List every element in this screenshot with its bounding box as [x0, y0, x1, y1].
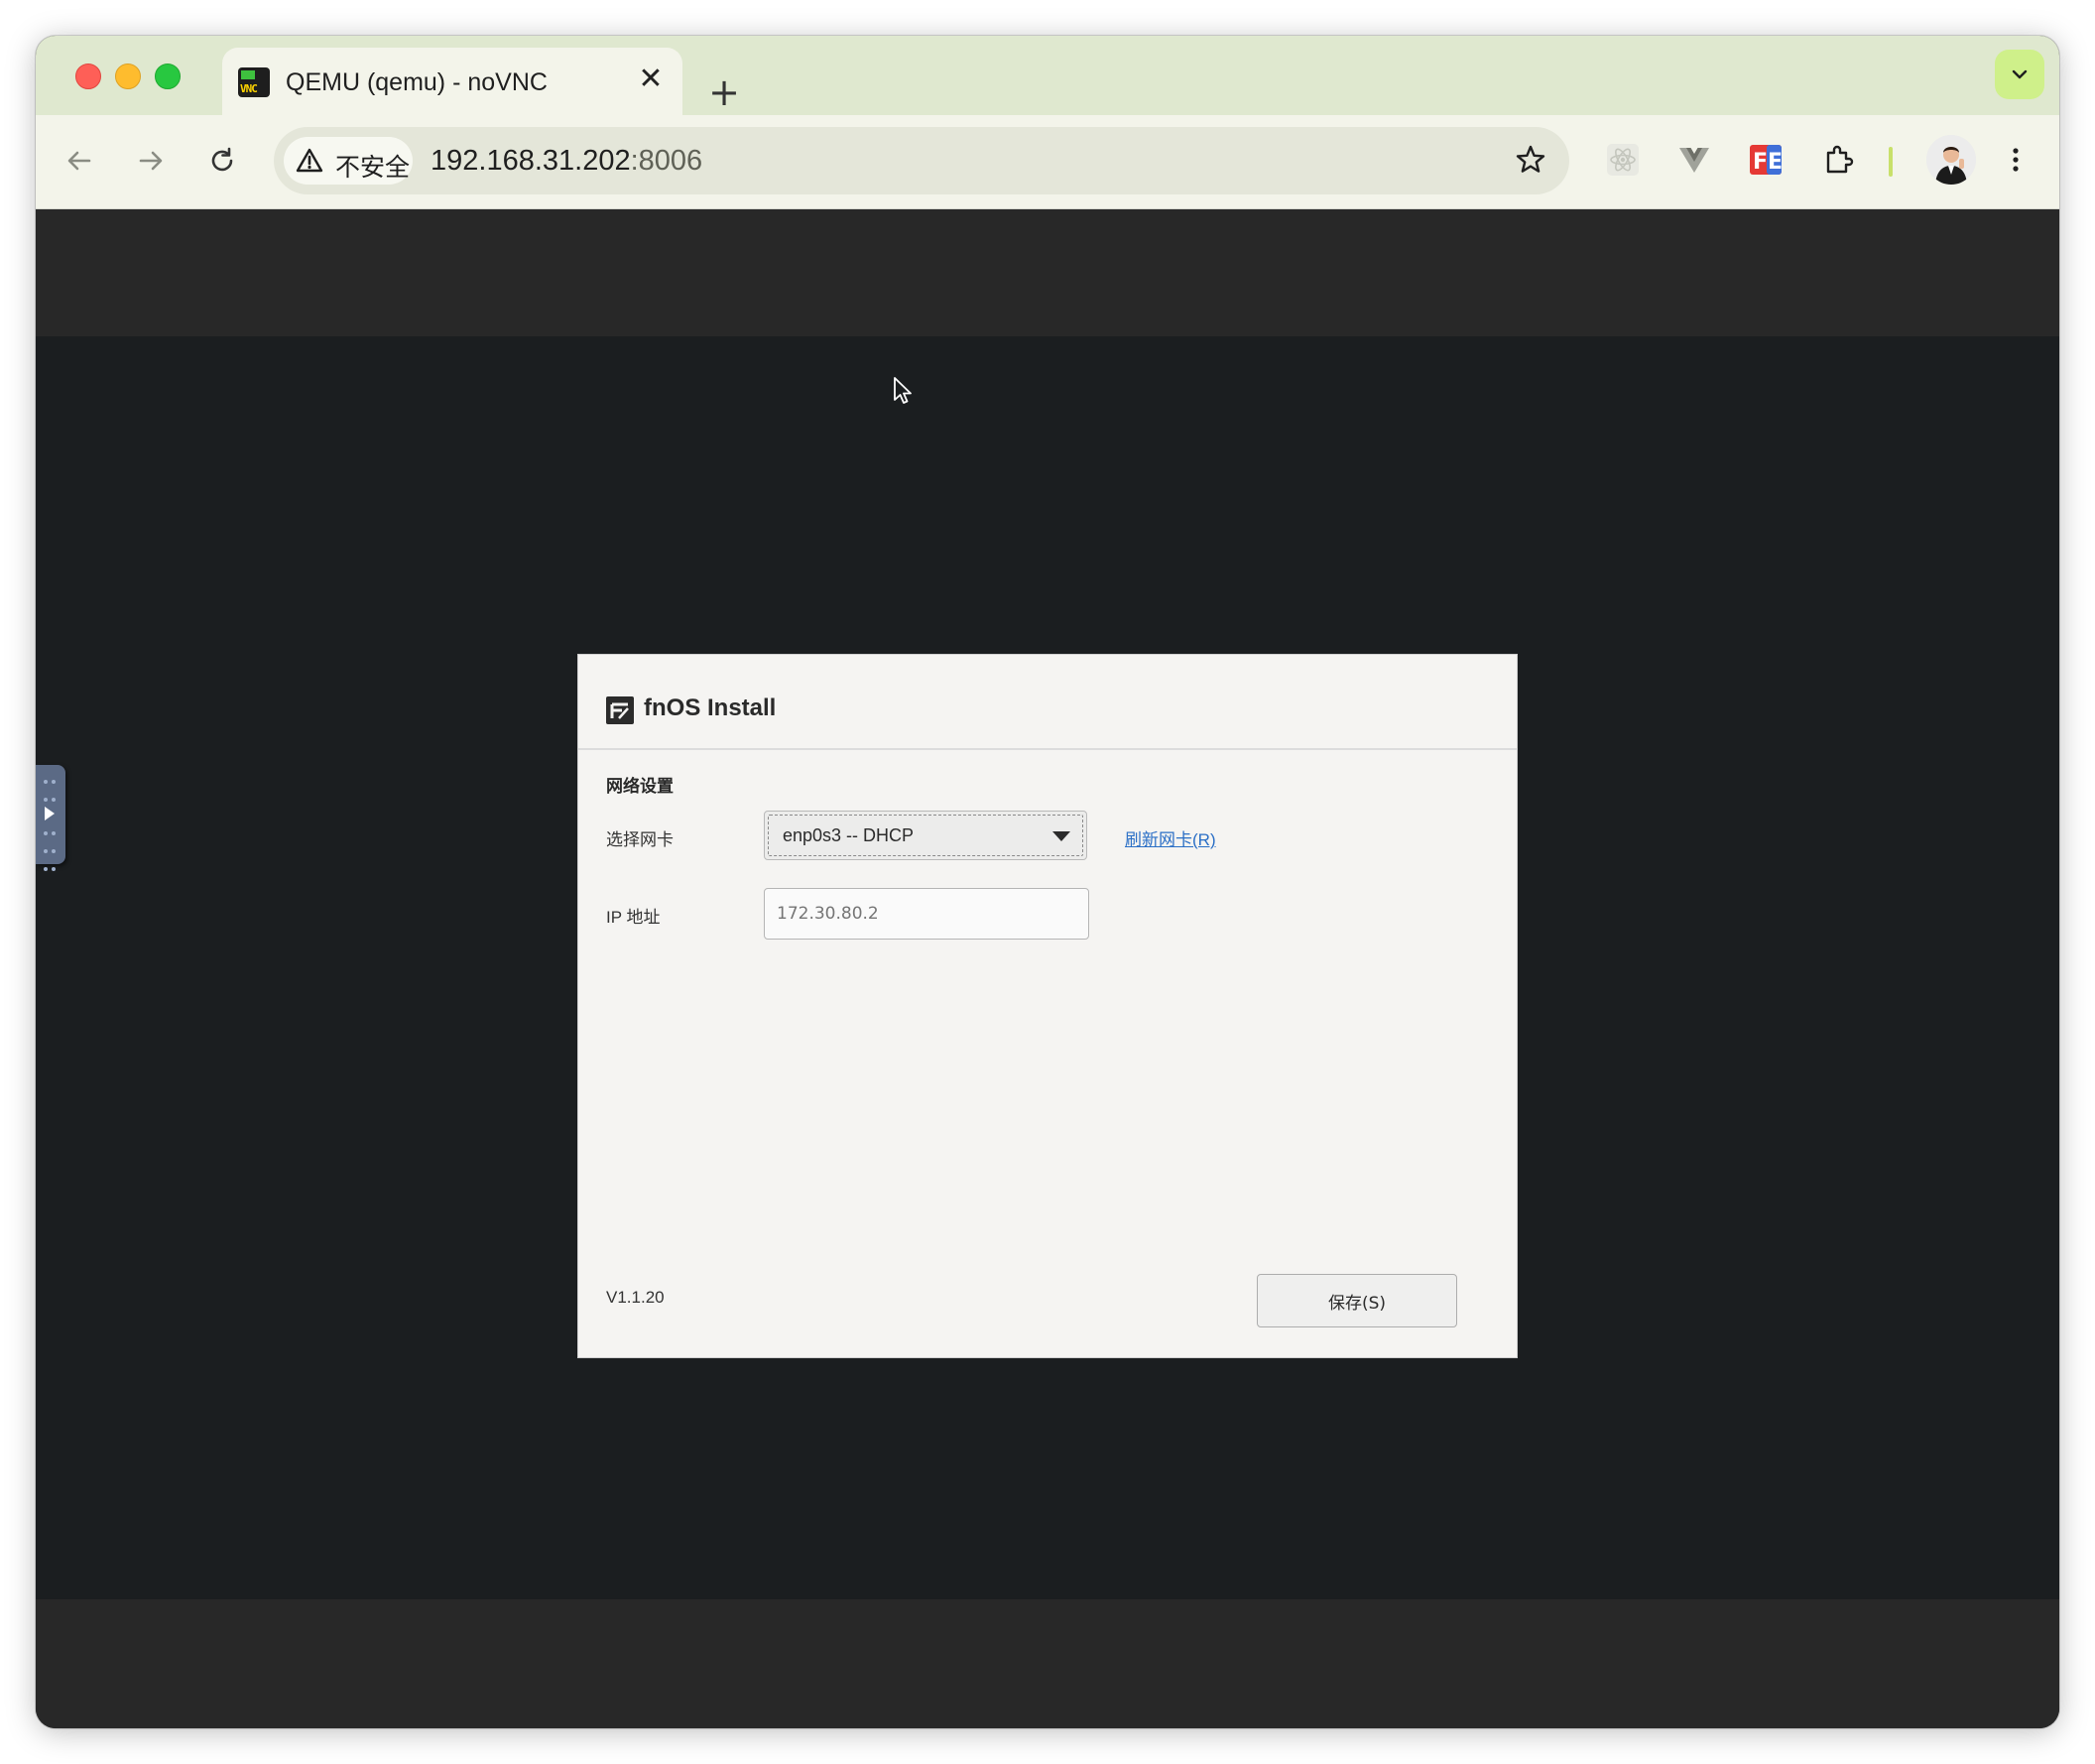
url-text[interactable]: 192.168.31.202:8006 [431, 145, 702, 178]
mouse-cursor-icon [894, 377, 912, 404]
ip-label: IP 地址 [606, 908, 661, 927]
more-vertical-icon [2013, 148, 2019, 172]
grip-icon-lower [44, 826, 58, 880]
back-button[interactable] [56, 137, 103, 185]
novnc-icon: VNC [238, 67, 270, 97]
window-minimize-button[interactable] [115, 63, 141, 89]
address-bar[interactable]: 不安全 192.168.31.202:8006 [274, 127, 1569, 194]
tab-title: QEMU (qemu) - noVNC [286, 68, 548, 96]
avatar-icon [1926, 135, 1976, 185]
new-tab-button[interactable]: + [704, 73, 744, 115]
vnc-top-bar [36, 209, 2059, 336]
fehelper-button[interactable]: FE [1743, 137, 1788, 183]
react-devtools-button[interactable] [1600, 137, 1646, 183]
network-settings-heading: 网络设置 [606, 777, 674, 796]
version-label: V1.1.20 [606, 1288, 665, 1307]
fnos-install-dialog: fnOS Install 网络设置 选择网卡 enp0s3 -- DHCP 刷新… [577, 654, 1518, 1358]
bookmark-button[interactable] [1514, 143, 1547, 182]
toolbar-divider [1889, 147, 1893, 177]
tab-novnc[interactable]: VNC QEMU (qemu) - noVNC ✕ [222, 48, 682, 115]
grip-icon [44, 775, 58, 811]
arrow-left-icon [67, 151, 91, 171]
reload-button[interactable] [198, 137, 246, 185]
tab-close-icon[interactable]: ✕ [635, 63, 667, 95]
security-label: 不安全 [335, 154, 411, 182]
profile-avatar[interactable] [1926, 135, 1976, 185]
dropdown-arrow-icon [1052, 831, 1070, 841]
fnos-logo-icon [606, 696, 634, 724]
forward-button[interactable] [127, 137, 175, 185]
react-devtools-icon [1607, 144, 1639, 176]
nic-select-value: enp0s3 -- DHCP [783, 825, 915, 845]
vue-devtools-icon [1679, 148, 1709, 173]
vnc-viewport[interactable]: fnOS Install 网络设置 选择网卡 enp0s3 -- DHCP 刷新… [36, 209, 2059, 1728]
nic-select[interactable]: enp0s3 -- DHCP [764, 811, 1087, 860]
expand-arrow-icon [45, 807, 55, 820]
svg-text:FE: FE [1753, 150, 1783, 175]
vnc-bottom-bar [36, 1599, 2059, 1728]
tab-search-button[interactable] [1995, 50, 2044, 99]
window-zoom-button[interactable] [155, 63, 181, 89]
refresh-nic-link[interactable]: 刷新网卡(R) [1125, 825, 1216, 850]
reload-icon [211, 147, 233, 172]
dialog-header: fnOS Install [578, 655, 1517, 750]
vue-devtools-button[interactable] [1671, 137, 1717, 183]
fehelper-icon: FE [1750, 145, 1783, 175]
novnc-control-bar-handle[interactable] [36, 765, 65, 871]
star-icon [1516, 145, 1545, 173]
url-host: 192.168.31.202 [431, 145, 631, 177]
dialog-title: fnOS Install [644, 694, 777, 721]
arrow-right-icon [139, 151, 163, 171]
tab-strip: VNC QEMU (qemu) - noVNC ✕ + [36, 36, 2059, 115]
browser-window: VNC QEMU (qemu) - noVNC ✕ + 不安全 192.168.… [36, 36, 2059, 1728]
window-close-button[interactable] [75, 63, 101, 89]
puzzle-icon [1826, 145, 1854, 174]
save-button[interactable]: 保存(S) [1257, 1274, 1457, 1327]
nic-label: 选择网卡 [606, 830, 674, 849]
browser-menu-button[interactable] [1993, 137, 2038, 183]
security-chip[interactable]: 不安全 [284, 137, 413, 185]
warning-icon [296, 148, 323, 173]
extensions-button[interactable] [1816, 137, 1862, 183]
chevron-down-icon [2012, 69, 2028, 79]
url-port: :8006 [630, 145, 703, 177]
ip-address-input[interactable] [764, 888, 1089, 940]
browser-toolbar: 不安全 192.168.31.202:8006 FE [36, 115, 2059, 209]
